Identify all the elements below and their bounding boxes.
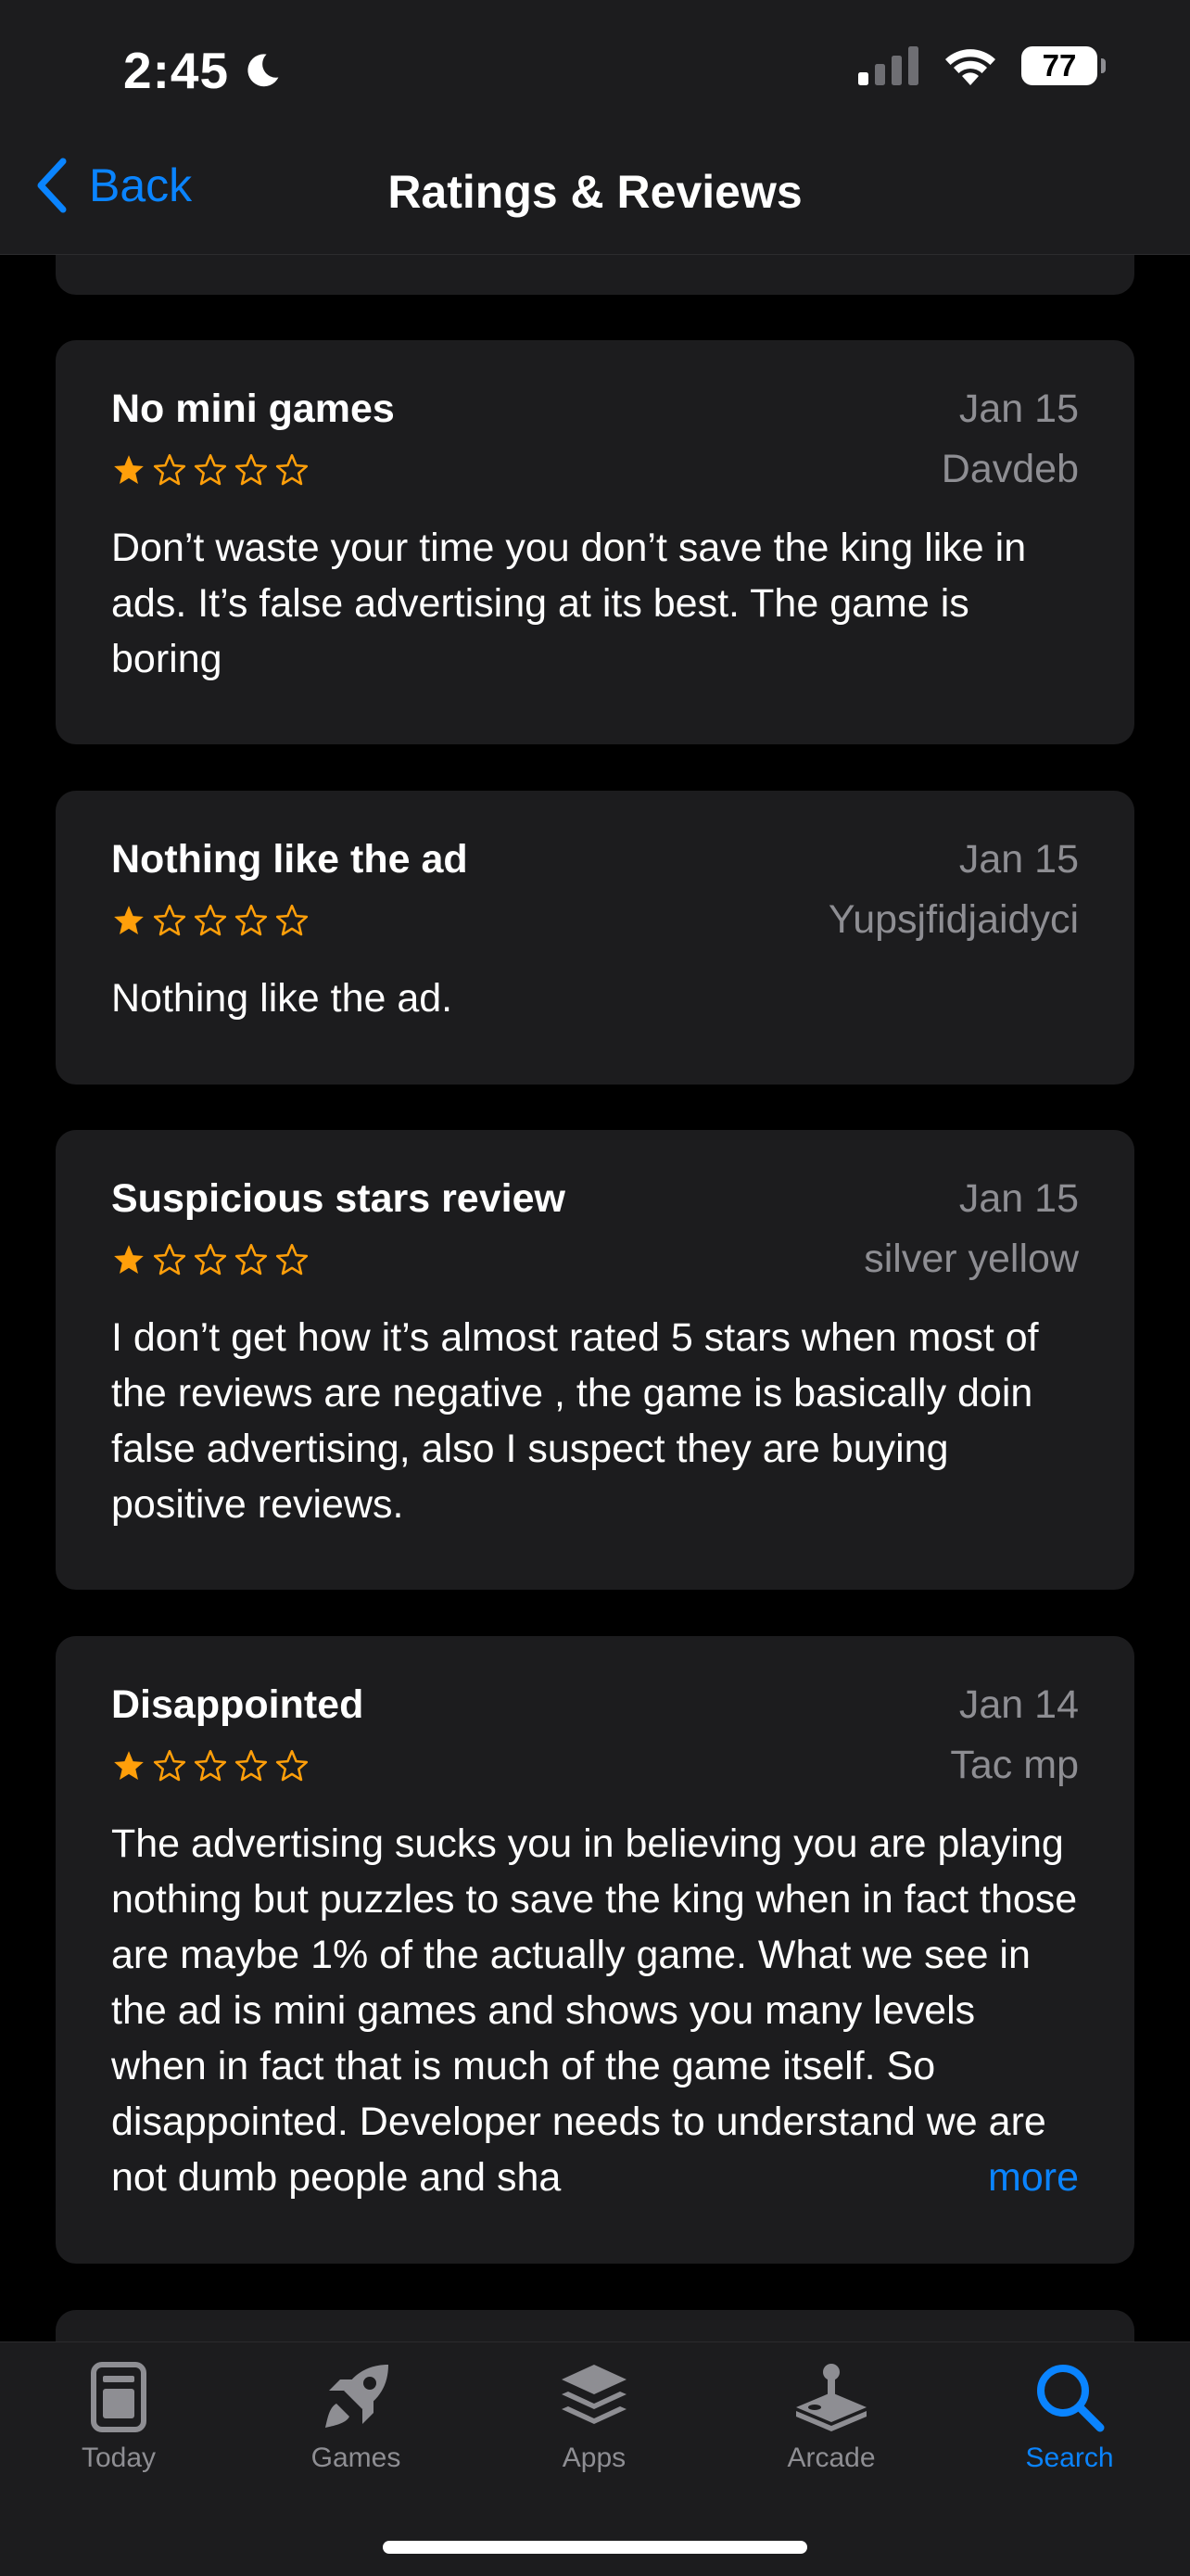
star-rating bbox=[111, 1242, 310, 1277]
wifi-icon bbox=[945, 49, 995, 85]
home-indicator[interactable] bbox=[383, 2541, 807, 2554]
review-title: Disappointed bbox=[111, 1682, 364, 1727]
tab-today[interactable]: Today bbox=[26, 2361, 211, 2474]
star-empty-icon bbox=[234, 904, 268, 935]
review-card[interactable]: Disappointed Jan 14 Tac mp The advertisi… bbox=[56, 1636, 1134, 2264]
moon-icon bbox=[247, 54, 279, 87]
tab-label: Today bbox=[81, 2443, 157, 2473]
review-date: Jan 15 bbox=[958, 1176, 1079, 1221]
star-rating bbox=[111, 452, 310, 488]
tab-arcade[interactable]: Arcade bbox=[739, 2361, 924, 2474]
cellular-signal-icon bbox=[858, 46, 918, 85]
status-indicators: 77 bbox=[858, 46, 1106, 85]
battery-level: 77 bbox=[1042, 48, 1077, 82]
review-date: Jan 15 bbox=[958, 387, 1079, 431]
tab-label: Apps bbox=[562, 2443, 627, 2473]
star-filled-icon bbox=[114, 905, 144, 934]
page-title: Ratings & Reviews bbox=[387, 166, 803, 218]
tab-apps[interactable]: Apps bbox=[501, 2361, 687, 2474]
star-empty-icon bbox=[194, 1749, 227, 1781]
star-rating bbox=[111, 903, 310, 938]
review-title: Nothing like the ad bbox=[111, 837, 468, 882]
star-empty-icon bbox=[234, 453, 268, 485]
review-body: Don’t waste your time you don’t save the… bbox=[111, 526, 1027, 681]
tab-label: Games bbox=[310, 2443, 401, 2473]
battery-tip bbox=[1101, 58, 1106, 73]
more-link[interactable]: more bbox=[988, 2150, 1079, 2205]
search-icon bbox=[1037, 2365, 1105, 2432]
battery-indicator: 77 bbox=[1021, 46, 1106, 85]
review-body: The advertising sucks you in believing y… bbox=[111, 1821, 1078, 2200]
review-author: Davdeb bbox=[941, 447, 1079, 491]
review-title: No mini games bbox=[111, 387, 395, 431]
star-empty-icon bbox=[275, 1749, 309, 1781]
review-date: Jan 14 bbox=[958, 1682, 1079, 1727]
star-empty-icon bbox=[153, 904, 186, 935]
joystick-icon bbox=[796, 2364, 867, 2431]
review-body-container: The advertising sucks you in believing y… bbox=[111, 1816, 1079, 2205]
more-fade: more bbox=[905, 2150, 1079, 2205]
star-empty-icon bbox=[194, 1243, 227, 1275]
review-body: I don’t get how it’s almost rated 5 star… bbox=[111, 1315, 1039, 1527]
star-empty-icon bbox=[275, 904, 309, 935]
star-empty-icon bbox=[153, 1243, 186, 1275]
review-card[interactable]: Suspicious stars review Jan 15 silver ye… bbox=[56, 1130, 1134, 1590]
star-empty-icon bbox=[234, 1243, 268, 1275]
review-author: Tac mp bbox=[950, 1743, 1079, 1787]
navigation-header: 2:45 77 Back Ratings & Reviews bbox=[0, 0, 1190, 255]
review-date: Jan 15 bbox=[958, 837, 1079, 882]
apps-stack-icon bbox=[562, 2365, 627, 2424]
star-empty-icon bbox=[234, 1749, 268, 1781]
review-title: Suspicious stars review bbox=[111, 1176, 565, 1221]
tab-games[interactable]: Games bbox=[263, 2361, 449, 2474]
star-rating bbox=[111, 1748, 310, 1783]
reviews-list[interactable]: No mini games Jan 15 Davdeb Don’t waste … bbox=[0, 0, 1190, 2575]
review-card[interactable]: No mini games Jan 15 Davdeb Don’t waste … bbox=[56, 340, 1134, 744]
tab-label: Search bbox=[1025, 2443, 1114, 2473]
review-author: silver yellow bbox=[864, 1237, 1079, 1281]
star-filled-icon bbox=[114, 454, 144, 484]
review-card[interactable]: Nothing like the ad Jan 15 Yupsjfidjaidy… bbox=[56, 791, 1134, 1085]
star-empty-icon bbox=[275, 1243, 309, 1275]
star-empty-icon bbox=[153, 453, 186, 485]
star-filled-icon bbox=[114, 1244, 144, 1274]
review-body: Nothing like the ad. bbox=[111, 976, 453, 1021]
star-empty-icon bbox=[194, 904, 227, 935]
rocket-icon bbox=[325, 2365, 388, 2428]
star-empty-icon bbox=[194, 453, 227, 485]
today-icon bbox=[91, 2362, 146, 2432]
status-time: 2:45 bbox=[123, 41, 283, 100]
star-empty-icon bbox=[275, 453, 309, 485]
clock-time: 2:45 bbox=[123, 42, 230, 99]
star-filled-icon bbox=[114, 1750, 144, 1780]
tab-search[interactable]: Search bbox=[977, 2361, 1162, 2474]
star-empty-icon bbox=[153, 1749, 186, 1781]
review-author: Yupsjfidjaidyci bbox=[828, 897, 1079, 942]
tab-label: Arcade bbox=[787, 2443, 876, 2473]
